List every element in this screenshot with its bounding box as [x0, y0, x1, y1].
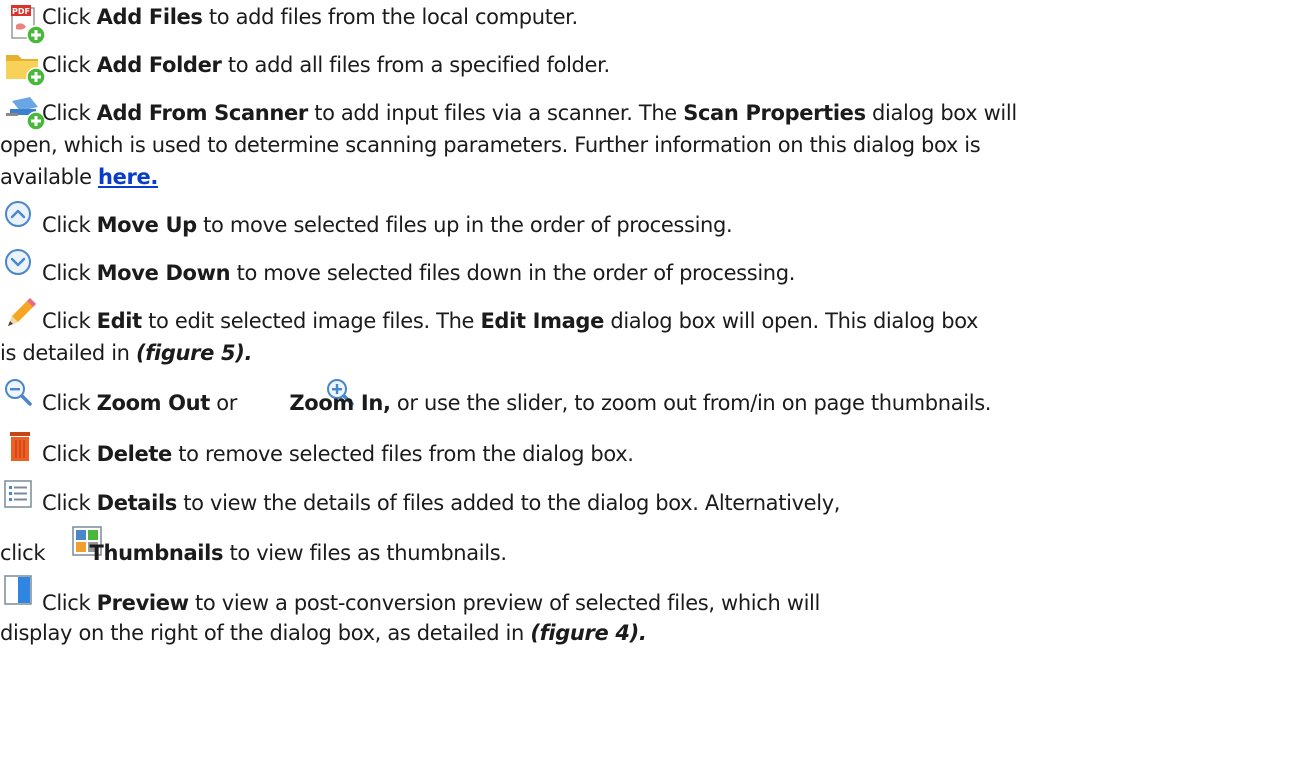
text: to edit selected image files. The	[141, 309, 481, 333]
zoom-in-label: Zoom In,	[289, 391, 391, 415]
add-folder-label: Add Folder	[96, 53, 222, 77]
add-files-label: Add Files	[96, 5, 203, 29]
preview-line-2: display on the right of the dialog box, …	[0, 620, 647, 646]
add-from-scanner-line-1: Click Add From Scanner to add input file…	[42, 100, 1017, 126]
text: to move selected files down in the order…	[230, 261, 796, 285]
text: click	[0, 541, 52, 565]
move-down-line: Click Move Down to move selected files d…	[42, 260, 795, 286]
figure-4-reference: (figure 4).	[530, 621, 647, 645]
text: Click	[42, 213, 97, 237]
details-line-1: Click Details to view the details of fil…	[42, 490, 840, 516]
edit-label: Edit	[96, 309, 143, 333]
edit-line-2: is detailed in (figure 5).	[0, 340, 252, 366]
text: Click	[42, 591, 97, 615]
text: Click	[42, 5, 97, 29]
text: to view the details of files added to th…	[176, 491, 841, 515]
text: or	[209, 391, 244, 415]
text: Click	[42, 101, 97, 125]
edit-pencil-icon	[2, 294, 42, 338]
zoom-out-icon	[2, 376, 36, 414]
move-down-label: Move Down	[96, 261, 231, 285]
details-list-icon	[4, 480, 38, 518]
move-up-line: Click Move Up to move selected files up …	[42, 212, 733, 238]
edit-image-label: Edit Image	[480, 309, 605, 333]
text: Click	[42, 53, 97, 77]
here-link[interactable]: here.	[98, 165, 158, 189]
text: Click	[42, 442, 97, 466]
zoom-line: Click Zoom Out or Zoom In, or use the sl…	[42, 390, 991, 416]
preview-label: Preview	[96, 591, 189, 615]
pdf-badge-text: PDF	[12, 7, 30, 16]
thumbnails-label: Thumbnails	[89, 541, 224, 565]
text: to view a post-conversion preview of sel…	[188, 591, 821, 615]
text: to add input files via a scanner. The	[307, 101, 684, 125]
add-folder-line: Click Add Folder to add all files from a…	[42, 52, 610, 78]
text: to add all files from a specified folder…	[221, 53, 610, 77]
text: dialog box will	[865, 101, 1017, 125]
help-document: PDF Click Add Files to add files from th…	[0, 0, 1316, 780]
delete-label: Delete	[96, 442, 173, 466]
details-line-2: click Thumbnails to view files as thumbn…	[0, 540, 507, 566]
text: to remove selected files from the dialog…	[171, 442, 634, 466]
add-files-line: Click Add Files to add files from the lo…	[42, 4, 578, 30]
preview-line-1: Click Preview to view a post-conversion …	[42, 590, 820, 616]
details-label: Details	[96, 491, 178, 515]
move-up-icon	[4, 200, 36, 236]
add-from-scanner-line-2: open, which is used to determine scannin…	[0, 133, 981, 157]
text: or use the slider, to zoom out from/in o…	[390, 391, 992, 415]
text: to add files from the local computer.	[202, 5, 578, 29]
text: to view files as thumbnails.	[223, 541, 507, 565]
text: Click	[42, 261, 97, 285]
text: dialog box will open. This dialog box	[604, 309, 979, 333]
move-up-label: Move Up	[96, 213, 198, 237]
delete-trash-icon	[8, 430, 38, 468]
text: to move selected files up in the order o…	[196, 213, 733, 237]
scan-properties-label: Scan Properties	[683, 101, 866, 125]
figure-5-reference: (figure 5).	[135, 341, 253, 365]
text: available	[0, 165, 98, 189]
text: Click	[42, 391, 97, 415]
add-from-scanner-label: Add From Scanner	[96, 101, 309, 125]
text: display on the right of the dialog box, …	[0, 621, 531, 645]
add-from-scanner-line-3: available here.	[0, 164, 158, 190]
text: Click	[42, 491, 97, 515]
text: Click	[42, 309, 97, 333]
text: is detailed in	[0, 341, 136, 365]
zoom-out-label: Zoom Out	[96, 391, 211, 415]
edit-line-1: Click Edit to edit selected image files.…	[42, 308, 978, 334]
preview-pane-icon	[4, 575, 38, 613]
move-down-icon	[4, 248, 36, 284]
delete-line: Click Delete to remove selected files fr…	[42, 441, 634, 467]
